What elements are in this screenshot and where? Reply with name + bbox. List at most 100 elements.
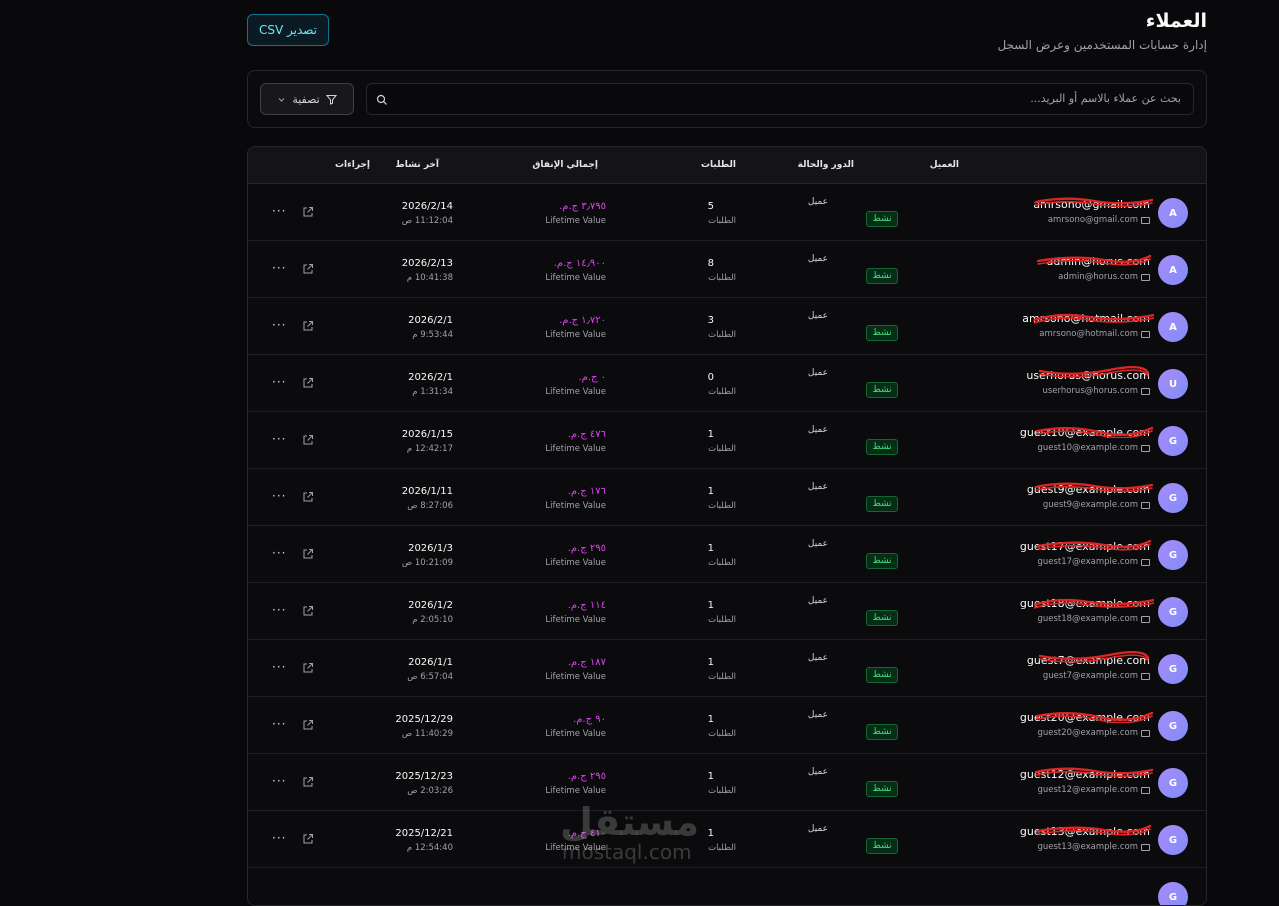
export-csv-button[interactable]: تصدير CSV bbox=[247, 14, 329, 46]
customer-email: guest10@example.com bbox=[1037, 443, 1150, 453]
mail-icon bbox=[1141, 387, 1150, 395]
orders-label: الطلبات bbox=[708, 330, 736, 340]
customer-name: amrsono@gmail.com bbox=[1033, 198, 1150, 211]
table-row[interactable]: Gguest20@example.com guest20@example.com ع… bbox=[248, 697, 1206, 754]
orders-label: الطلبات bbox=[708, 672, 736, 682]
table-row[interactable]: Gguest7@example.com guest7@example.com عمي… bbox=[248, 640, 1206, 697]
last-activity-time: 6:57:04 ص bbox=[407, 672, 453, 682]
orders-count: 1 bbox=[707, 771, 714, 782]
more-options-icon[interactable]: ··· bbox=[272, 375, 286, 389]
status-badge: نشط bbox=[866, 382, 898, 398]
external-link-icon[interactable] bbox=[302, 263, 314, 275]
customer-email: admin@horus.com bbox=[1058, 272, 1150, 282]
table-row[interactable]: Gguest12@example.com guest12@example.com ع… bbox=[248, 754, 1206, 811]
more-options-icon[interactable]: ··· bbox=[272, 831, 286, 845]
orders-label: الطلبات bbox=[708, 444, 736, 454]
more-options-icon[interactable]: ··· bbox=[272, 603, 286, 617]
spend-value: ٢٩٥ ج.م.‏ bbox=[567, 543, 606, 554]
external-link-icon[interactable] bbox=[302, 206, 314, 218]
last-activity-date: 2026/2/13 bbox=[401, 258, 453, 269]
avatar: G bbox=[1158, 483, 1188, 513]
last-activity-date: 2025/12/29 bbox=[395, 714, 453, 725]
customer-email: amrsono@gmail.com bbox=[1048, 215, 1150, 225]
customers-table: العميل الدور والحالة الطلبات إجمالي الإن… bbox=[247, 146, 1207, 906]
last-activity-time: 10:21:09 ص bbox=[401, 558, 453, 568]
customer-email: guest18@example.com bbox=[1037, 614, 1150, 624]
spend-label: Lifetime Value bbox=[545, 558, 606, 568]
more-options-icon[interactable]: ··· bbox=[272, 432, 286, 446]
mail-icon bbox=[1141, 444, 1150, 452]
external-link-icon[interactable] bbox=[302, 662, 314, 674]
more-options-icon[interactable]: ··· bbox=[272, 660, 286, 674]
customer-name: guest13@example.com bbox=[1019, 825, 1150, 838]
spend-value: ٩٠ ج.م.‏ bbox=[573, 714, 606, 725]
more-options-icon[interactable]: ··· bbox=[272, 204, 286, 218]
table-row[interactable]: GعميلنشطالطلباتLifetime Value··· bbox=[248, 868, 1206, 905]
last-activity-date: 2026/2/1 bbox=[408, 315, 453, 326]
filter-button[interactable]: تصفية bbox=[260, 83, 354, 115]
orders-count: 0 bbox=[707, 372, 714, 383]
avatar: G bbox=[1158, 825, 1188, 855]
more-options-icon[interactable]: ··· bbox=[272, 318, 286, 332]
orders-count: 1 bbox=[707, 657, 714, 668]
table-row[interactable]: Gguest9@example.com guest9@example.com عمي… bbox=[248, 469, 1206, 526]
orders-count: 1 bbox=[707, 714, 714, 725]
mail-icon bbox=[1141, 216, 1150, 224]
spend-value: ١٧٦ ج.م.‏ bbox=[567, 486, 606, 497]
customer-name: guest10@example.com bbox=[1019, 426, 1150, 439]
spend-value: ٤٧٦ ج.م.‏ bbox=[567, 429, 606, 440]
table-row[interactable]: Gguest10@example.com guest10@example.com ع… bbox=[248, 412, 1206, 469]
spend-label: Lifetime Value bbox=[545, 216, 606, 226]
last-activity-time: 10:41:38 م bbox=[406, 273, 453, 283]
status-badge: نشط bbox=[866, 439, 898, 455]
more-options-icon[interactable]: ··· bbox=[272, 546, 286, 560]
customer-email-text: userhorus@horus.com bbox=[1042, 386, 1138, 396]
external-link-icon[interactable] bbox=[302, 491, 314, 503]
more-options-icon[interactable]: ··· bbox=[272, 717, 286, 731]
external-link-icon[interactable] bbox=[302, 605, 314, 617]
external-link-icon[interactable] bbox=[302, 320, 314, 332]
table-row[interactable]: Aamrsono@gmail.com amrsono@gmail.com عميل ن… bbox=[248, 184, 1206, 241]
spend-value: ٤١٠ ج.م.‏ bbox=[567, 828, 606, 839]
more-options-icon[interactable]: ··· bbox=[272, 774, 286, 788]
search-icon bbox=[376, 94, 387, 105]
last-activity-time: 1:31:34 م bbox=[412, 387, 453, 397]
orders-count: 1 bbox=[707, 543, 714, 554]
last-activity-date: 2025/12/21 bbox=[395, 828, 453, 839]
table-row[interactable]: Gguest13@example.com guest13@example.com ع… bbox=[248, 811, 1206, 868]
external-link-icon[interactable] bbox=[302, 719, 314, 731]
external-link-icon[interactable] bbox=[302, 548, 314, 560]
avatar: G bbox=[1158, 540, 1188, 570]
table-row[interactable]: Uuserhorus@horus.com userhorus@horus.com ع… bbox=[248, 355, 1206, 412]
customer-email-text: guest12@example.com bbox=[1037, 785, 1138, 795]
spend-value: ١٫٧٢٠ ج.م.‏ bbox=[559, 315, 606, 326]
customer-role: عميل bbox=[807, 596, 828, 606]
last-activity-time: 12:54:40 م bbox=[406, 843, 453, 853]
more-options-icon[interactable]: ··· bbox=[272, 489, 286, 503]
spend-value: ١٨٧ ج.م.‏ bbox=[567, 657, 606, 668]
customer-name: guest18@example.com bbox=[1019, 597, 1150, 610]
last-activity-date: 2026/1/11 bbox=[401, 486, 453, 497]
search-input[interactable]: بحث عن عملاء بالاسم أو البريد... bbox=[366, 83, 1194, 115]
last-activity-date: 2026/1/1 bbox=[408, 657, 453, 668]
customer-email: amrsono@hotmail.com bbox=[1039, 329, 1150, 339]
page-header: العملاء إدارة حسابات المستخدمين وعرض الس… bbox=[247, 8, 1207, 58]
customer-name: userhorus@horus.com bbox=[1026, 369, 1150, 382]
table-row[interactable]: Gguest18@example.com guest18@example.com ع… bbox=[248, 583, 1206, 640]
customers-page: العملاء إدارة حسابات المستخدمين وعرض الس… bbox=[247, 0, 1207, 906]
spend-label: Lifetime Value bbox=[545, 501, 606, 511]
last-activity-time: 9:53:44 م bbox=[412, 330, 453, 340]
more-options-icon[interactable]: ··· bbox=[272, 261, 286, 275]
customer-email-text: guest7@example.com bbox=[1042, 671, 1138, 681]
external-link-icon[interactable] bbox=[302, 377, 314, 389]
table-row[interactable]: Aadmin@horus.com admin@horus.com عميل نشط 8 ا… bbox=[248, 241, 1206, 298]
table-row[interactable]: Gguest17@example.com guest17@example.com ع… bbox=[248, 526, 1206, 583]
spend-label: Lifetime Value bbox=[545, 672, 606, 682]
external-link-icon[interactable] bbox=[302, 833, 314, 845]
table-row[interactable]: Aamrsono@hotmail.com amrsono@hotmail.com ع… bbox=[248, 298, 1206, 355]
status-badge: نشط bbox=[866, 781, 898, 797]
external-link-icon[interactable] bbox=[302, 776, 314, 788]
spend-value: ١١٤ ج.م.‏ bbox=[567, 600, 606, 611]
status-badge: نشط bbox=[866, 496, 898, 512]
external-link-icon[interactable] bbox=[302, 434, 314, 446]
